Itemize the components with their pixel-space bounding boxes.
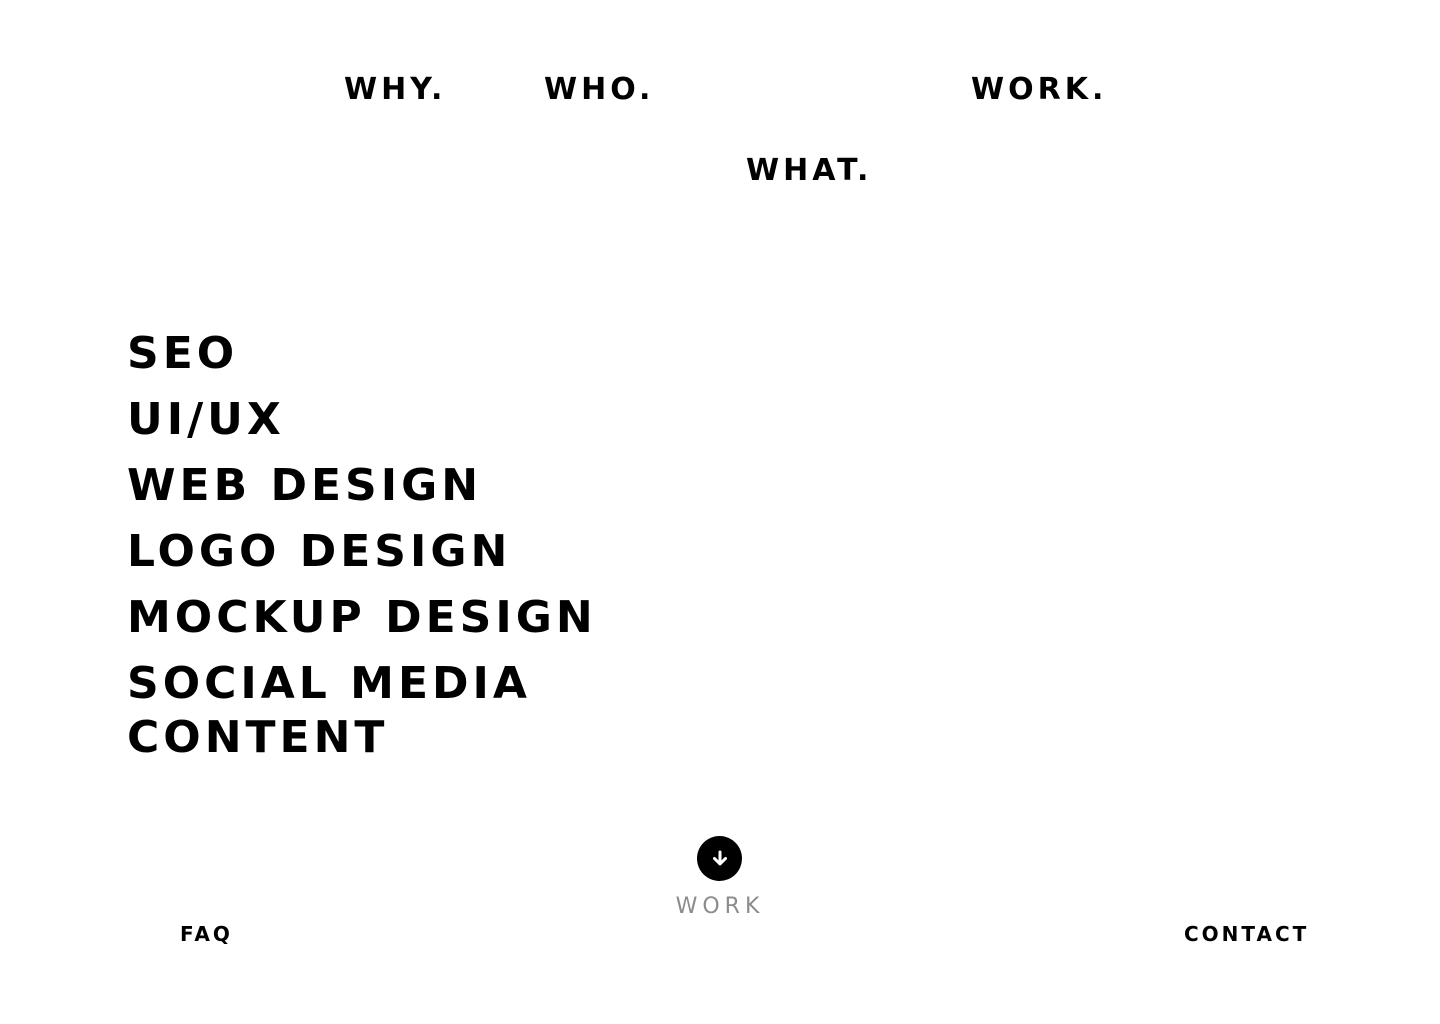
service-item-seo: SEO [127,328,239,379]
nav-link-what[interactable]: WHAT. [746,153,872,189]
nav-link-why[interactable]: WHY. [344,72,446,108]
scroll-down-label[interactable]: WORK [660,894,780,919]
services-list: SEO UI/UX WEB DESIGN LOGO DESIGN MOCKUP … [127,327,647,765]
service-item-mockup-design: MOCKUP DESIGN [127,592,597,643]
service-item-web-design: WEB DESIGN [127,460,483,511]
footer-link-contact[interactable]: CONTACT [1184,922,1309,946]
service-item-ui-ux: UI/UX [127,394,285,445]
service-item-logo-design: LOGO DESIGN [127,526,512,577]
arrow-down-icon [712,850,727,865]
footer-link-faq[interactable]: FAQ [180,922,233,946]
nav-link-who[interactable]: WHO. [544,72,654,108]
nav-link-work[interactable]: WORK. [971,72,1107,108]
scroll-down-button[interactable] [697,836,742,881]
service-item-social-media-content: SOCIAL MEDIA CONTENT [127,658,531,763]
